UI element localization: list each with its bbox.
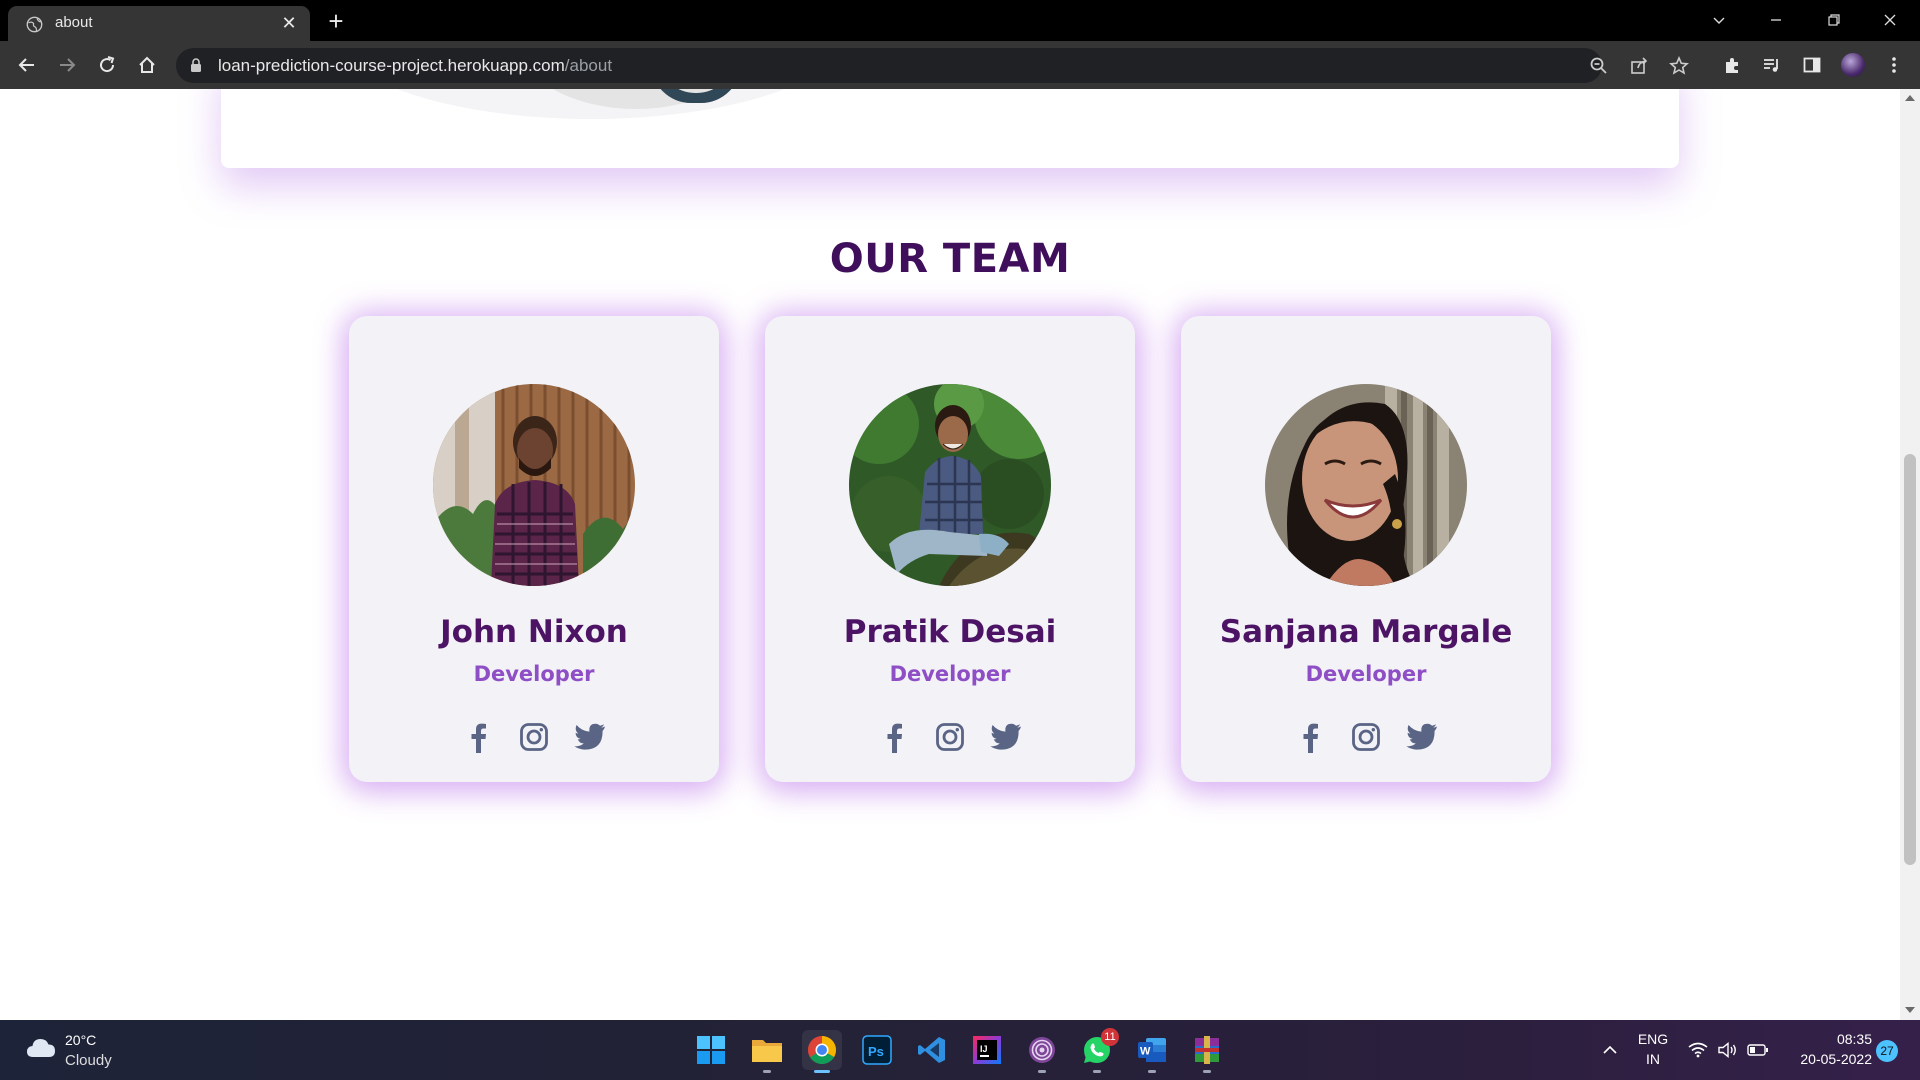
kebab-menu-icon[interactable]	[1882, 53, 1906, 77]
file-explorer-icon[interactable]	[747, 1030, 787, 1073]
browser-tab[interactable]: about ✕	[8, 6, 310, 41]
instagram-icon[interactable]	[518, 720, 550, 754]
whatsapp-unread-badge: 11	[1101, 1028, 1119, 1046]
notification-count-badge[interactable]: 27	[1876, 1040, 1898, 1062]
bookmark-star-icon[interactable]	[1669, 56, 1689, 76]
weather-condition: Cloudy	[65, 1052, 112, 1069]
tor-browser-icon[interactable]	[1022, 1030, 1062, 1073]
home-icon[interactable]	[133, 51, 161, 79]
facebook-icon[interactable]	[462, 720, 494, 754]
windows-taskbar: 20°C Cloudy Ps IJ 11 W ENG IN 08:35 20-0…	[0, 1020, 1920, 1080]
about-image-card	[221, 89, 1679, 168]
clock-date: 20-05-2022	[1800, 1051, 1872, 1067]
chrome-icon[interactable]	[802, 1030, 842, 1073]
svg-text:IJ: IJ	[980, 1044, 988, 1054]
url-text: loan-prediction-course-project.herokuapp…	[218, 56, 612, 76]
member-photo	[433, 384, 635, 586]
cloud-icon	[27, 1039, 55, 1057]
chevron-up-icon[interactable]	[1590, 1030, 1630, 1070]
svg-text:Ps: Ps	[868, 1044, 884, 1059]
zoom-icon[interactable]	[1589, 56, 1609, 76]
twitter-icon[interactable]	[1406, 720, 1438, 754]
clock-time: 08:35	[1836, 1031, 1872, 1047]
facebook-icon[interactable]	[1294, 720, 1326, 754]
team-card: Pratik Desai Developer	[765, 316, 1135, 782]
twitter-icon[interactable]	[574, 720, 606, 754]
share-icon[interactable]	[1629, 56, 1649, 76]
member-name: Pratik Desai	[843, 614, 1057, 650]
intellij-icon[interactable]: IJ	[967, 1030, 1007, 1070]
scroll-down-icon[interactable]	[1905, 1007, 1915, 1013]
instagram-icon[interactable]	[1350, 720, 1382, 754]
scroll-thumb[interactable]	[1904, 454, 1916, 865]
member-photo	[1265, 384, 1467, 586]
profile-avatar[interactable]	[1841, 53, 1865, 77]
browser-titlebar: about ✕ +	[0, 0, 1920, 41]
back-icon[interactable]	[13, 51, 41, 79]
word-icon[interactable]: W	[1132, 1030, 1172, 1073]
social-links	[349, 720, 719, 754]
media-queue-icon[interactable]	[1760, 53, 1784, 77]
tab-search-icon[interactable]	[1691, 0, 1747, 41]
close-window-icon[interactable]	[1862, 0, 1918, 41]
language-code: ENG	[1637, 1031, 1669, 1047]
region-code: IN	[1646, 1051, 1660, 1067]
team-card: Sanjana Margale Developer	[1181, 316, 1551, 782]
team-section-title: OUR TEAM	[829, 236, 1071, 282]
vscode-icon[interactable]	[912, 1030, 952, 1070]
photoshop-icon[interactable]: Ps	[857, 1030, 897, 1070]
member-name: John Nixon	[440, 614, 628, 650]
weather-temperature: 20°C	[65, 1032, 97, 1048]
member-name: Sanjana Margale	[1219, 614, 1513, 650]
instagram-icon[interactable]	[934, 720, 966, 754]
team-card: John Nixon Developer	[349, 316, 719, 782]
winrar-icon[interactable]	[1187, 1030, 1227, 1073]
member-photo	[849, 384, 1051, 586]
reload-icon[interactable]	[93, 51, 121, 79]
side-panel-icon[interactable]	[1800, 53, 1824, 77]
page-viewport: OUR TEAM John Nixon Developer Pratik Des…	[0, 89, 1900, 1020]
whatsapp-icon[interactable]: 11	[1077, 1028, 1119, 1073]
scroll-up-icon[interactable]	[1905, 95, 1915, 101]
facebook-icon[interactable]	[878, 720, 910, 754]
forward-icon[interactable]	[53, 51, 81, 79]
member-role: Developer	[473, 662, 595, 686]
tab-title: about	[55, 14, 93, 31]
url-path: /about	[564, 56, 613, 75]
member-role: Developer	[889, 662, 1011, 686]
twitter-icon[interactable]	[990, 720, 1022, 754]
battery-icon[interactable]	[1738, 1030, 1778, 1070]
lock-icon[interactable]	[190, 58, 202, 73]
new-tab-icon[interactable]: +	[322, 8, 350, 36]
page-scrollbar[interactable]	[1900, 89, 1920, 1020]
address-bar[interactable]: loan-prediction-course-project.herokuapp…	[176, 48, 1689, 83]
social-links	[1181, 720, 1551, 754]
social-links	[765, 720, 1135, 754]
minimize-icon[interactable]	[1748, 0, 1804, 41]
svg-text:W: W	[1140, 1046, 1151, 1058]
windows-start-icon[interactable]	[691, 1030, 731, 1070]
globe-icon	[26, 16, 43, 33]
extensions-icon[interactable]	[1720, 53, 1744, 77]
close-tab-icon[interactable]: ✕	[278, 12, 300, 34]
member-role: Developer	[1305, 662, 1427, 686]
url-host: loan-prediction-course-project.herokuapp…	[218, 56, 565, 75]
browser-toolbar: loan-prediction-course-project.herokuapp…	[0, 41, 1920, 89]
restore-icon[interactable]	[1806, 0, 1862, 41]
